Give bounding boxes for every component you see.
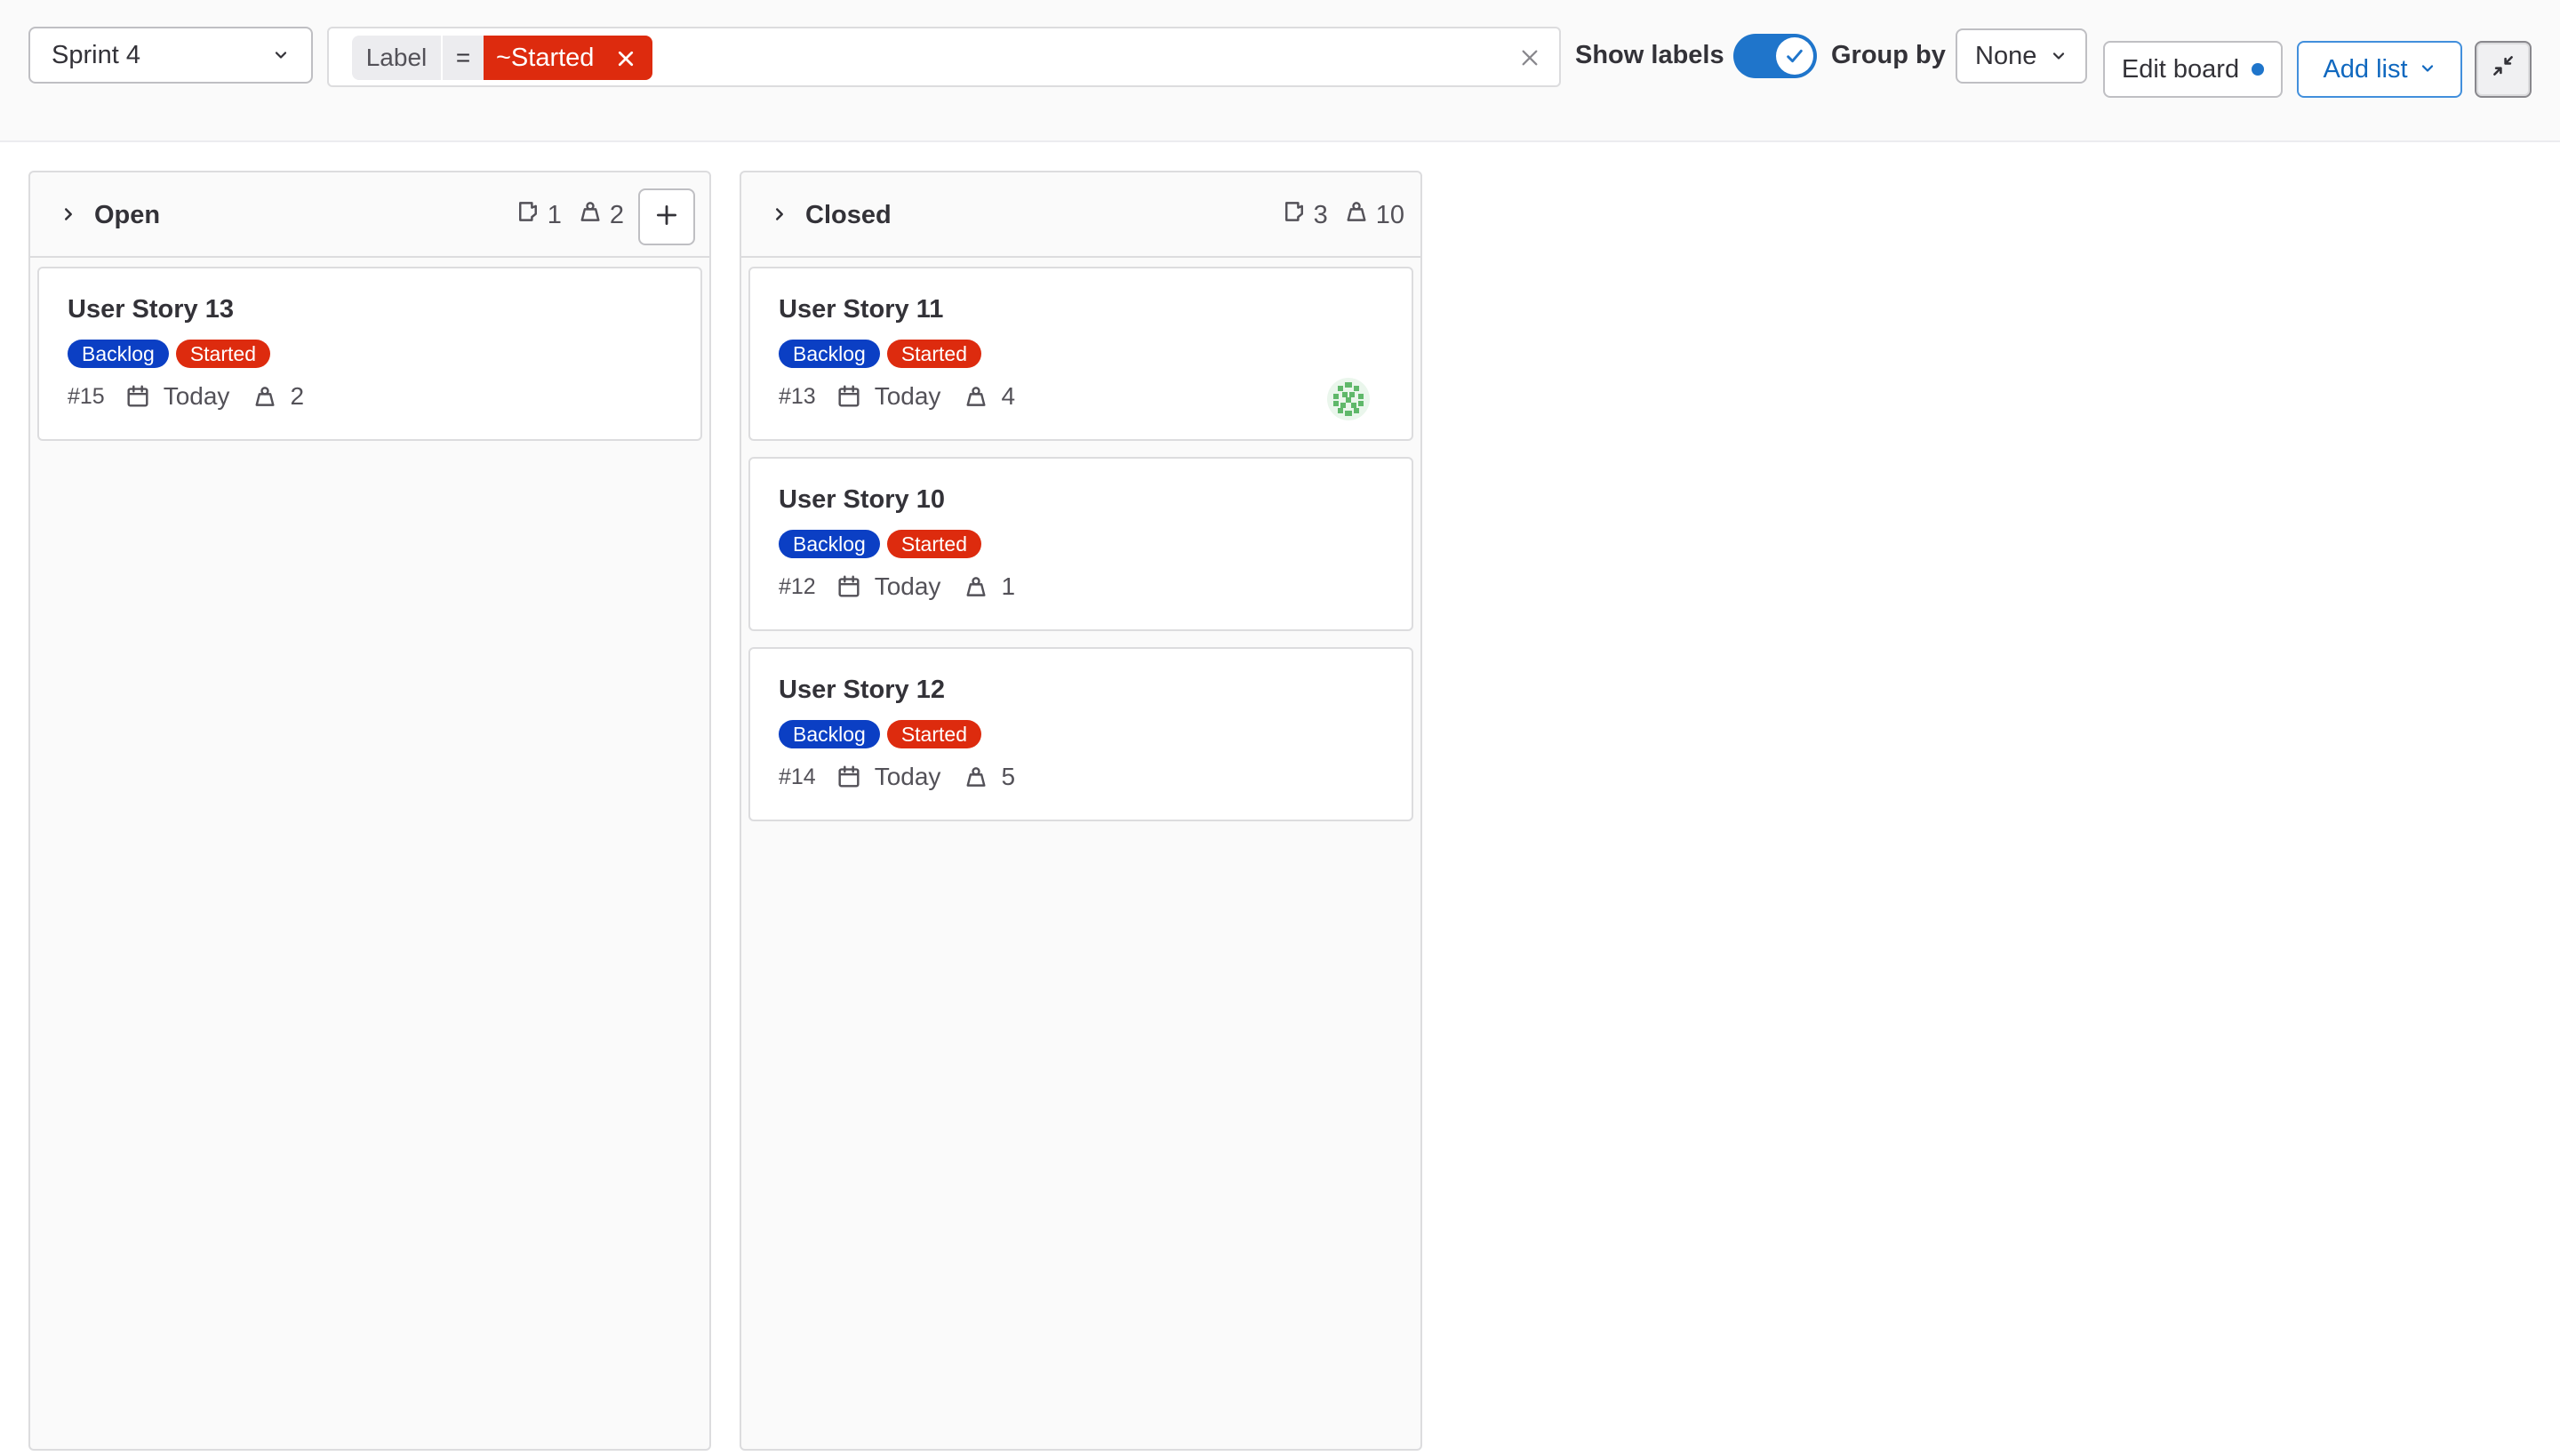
iteration-select[interactable]: Sprint 4: [28, 27, 313, 84]
label-badge-started[interactable]: Started: [886, 720, 981, 748]
board-list-open: Open 1 2 User Story 13 Backlog Started #…: [28, 171, 711, 1451]
weight-icon: [964, 574, 988, 599]
group-by-select-value: None: [1975, 41, 2037, 70]
issue-weight: 4: [1001, 382, 1016, 410]
issue-reference: #13: [779, 383, 816, 409]
issue-labels: Backlog Started: [779, 530, 981, 558]
issue-card[interactable]: User Story 10 Backlog Started #12 Today …: [748, 457, 1413, 631]
issue-reference: #14: [779, 764, 816, 789]
show-labels-toggle[interactable]: [1733, 34, 1817, 78]
weight-icon: [252, 384, 277, 409]
issue-title[interactable]: User Story 10: [779, 485, 945, 515]
list-counts: 1 2: [516, 199, 624, 231]
show-labels-label: Show labels: [1575, 41, 1724, 69]
edit-board-button[interactable]: Edit board: [2103, 41, 2283, 98]
label-badge-started[interactable]: Started: [886, 340, 981, 368]
weight-icon: [1344, 199, 1369, 231]
issue-weight: 1: [1001, 572, 1016, 600]
calendar-icon: [124, 383, 151, 410]
issue-due-date: Today: [874, 382, 941, 410]
issue-weight: 2: [290, 382, 305, 410]
weight-icon: [578, 199, 603, 231]
list-weight: 10: [1375, 200, 1404, 229]
chevron-down-icon: [272, 46, 290, 64]
list-weight: 2: [609, 200, 624, 229]
issue-title[interactable]: User Story 13: [68, 295, 234, 324]
add-list-label: Add list: [2323, 54, 2408, 84]
calendar-icon: [836, 383, 862, 410]
list-title: Closed: [805, 201, 892, 229]
check-icon: [1776, 37, 1813, 75]
issue-card[interactable]: User Story 11 Backlog Started #13 Today …: [748, 267, 1413, 441]
minimize-icon: [2491, 53, 2516, 85]
list-issue-count: 1: [547, 200, 562, 229]
list-issue-count: 3: [1313, 200, 1328, 229]
board-list-closed: Closed 3 10 User Story 11 Backlog Starte…: [740, 171, 1422, 1451]
issue-labels: Backlog Started: [68, 340, 270, 368]
edit-board-label: Edit board: [2121, 54, 2240, 84]
issue-title[interactable]: User Story 12: [779, 676, 945, 705]
list-header: Closed 3 10: [741, 172, 1420, 258]
chevron-right-icon[interactable]: [59, 204, 78, 228]
issue-title[interactable]: User Story 11: [779, 295, 943, 324]
exit-fullscreen-button[interactable]: [2475, 41, 2532, 98]
label-badge-backlog[interactable]: Backlog: [779, 720, 880, 748]
chevron-down-icon: [2050, 47, 2068, 65]
plus-icon: [654, 203, 679, 232]
new-issue-button[interactable]: [638, 188, 695, 245]
filter-token-value-text: ~Started: [496, 43, 595, 72]
group-by-select[interactable]: None: [1956, 28, 2087, 84]
calendar-icon: [836, 573, 862, 600]
issue-labels: Backlog Started: [779, 720, 981, 748]
group-by-label: Group by: [1831, 41, 1946, 69]
list-title: Open: [94, 201, 161, 229]
issue-meta: #15 Today 2: [68, 382, 304, 411]
label-badge-started[interactable]: Started: [175, 340, 270, 368]
label-badge-backlog[interactable]: Backlog: [779, 530, 880, 558]
unsaved-indicator-dot: [2252, 63, 2265, 76]
issue-due-date: Today: [874, 763, 941, 790]
issue-reference: #15: [68, 383, 105, 409]
filter-token-value[interactable]: ~Started: [484, 36, 652, 80]
weight-icon: [964, 384, 988, 409]
calendar-icon: [836, 764, 862, 790]
chevron-right-icon[interactable]: [770, 204, 789, 228]
assignee-avatar[interactable]: [1326, 377, 1371, 421]
chevron-down-icon: [2419, 55, 2436, 84]
issue-due-date: Today: [163, 382, 230, 410]
filter-token-operator[interactable]: =: [443, 36, 484, 80]
list-counts: 3 10: [1282, 199, 1404, 231]
add-list-button[interactable]: Add list: [2297, 41, 2462, 98]
iteration-select-value: Sprint 4: [52, 40, 140, 69]
close-icon[interactable]: [615, 47, 636, 76]
issue-due-date: Today: [874, 572, 941, 600]
label-badge-backlog[interactable]: Backlog: [779, 340, 880, 368]
issue-meta: #13 Today 4: [779, 382, 1015, 411]
issue-meta: #12 Today 1: [779, 572, 1015, 601]
filter-search-box[interactable]: Label = ~Started: [327, 27, 1561, 87]
issue-weight: 5: [1001, 763, 1016, 790]
filter-token-key[interactable]: Label: [352, 36, 441, 80]
issue-labels: Backlog Started: [779, 340, 981, 368]
label-badge-started[interactable]: Started: [886, 530, 981, 558]
list-header: Open 1 2: [30, 172, 709, 258]
issues-icon: [516, 199, 540, 231]
issue-card[interactable]: User Story 13 Backlog Started #15 Today …: [37, 267, 702, 441]
weight-icon: [964, 764, 988, 789]
board-filter-bar: Sprint 4 Label = ~Started Show labels Gr…: [0, 0, 2560, 142]
clear-search-icon[interactable]: [1518, 46, 1541, 74]
issues-icon: [1282, 199, 1307, 231]
issue-reference: #12: [779, 573, 816, 599]
issue-meta: #14 Today 5: [779, 763, 1015, 791]
label-badge-backlog[interactable]: Backlog: [68, 340, 169, 368]
issue-card[interactable]: User Story 12 Backlog Started #14 Today …: [748, 647, 1413, 821]
